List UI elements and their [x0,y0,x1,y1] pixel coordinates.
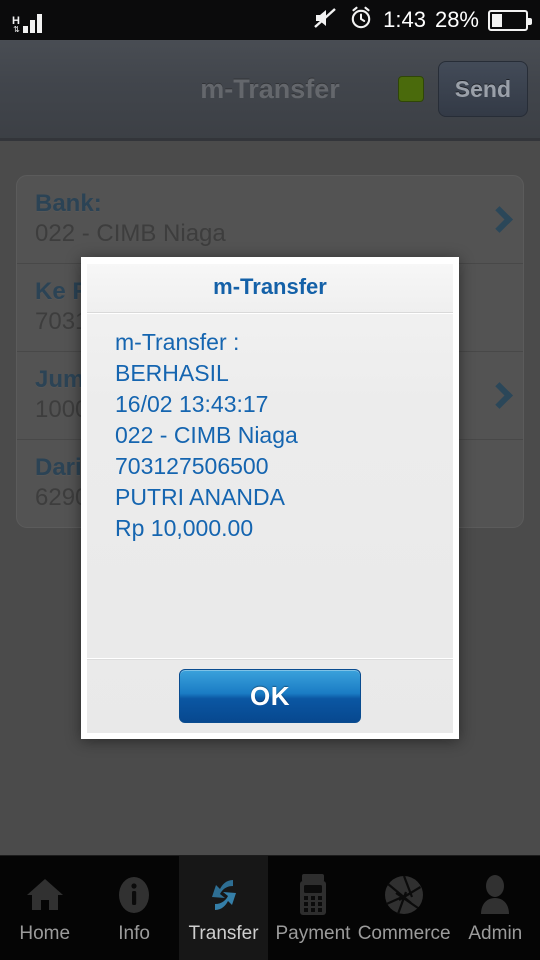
bottom-navigation: Home Info Transfer Payment Commerce Admi… [0,855,540,960]
nav-item-home[interactable]: Home [0,856,89,960]
dialog-line: Rp 10,000.00 [115,515,254,541]
nav-item-admin[interactable]: Admin [451,856,540,960]
nav-label: Transfer [188,923,259,944]
dialog-message: m-Transfer : BERHASIL 16/02 13:43:17 022… [87,313,453,659]
dialog-title: m-Transfer [87,264,453,313]
send-button[interactable]: Send [437,61,528,117]
dialog-line: 703127506500 [115,453,269,479]
nav-item-info[interactable]: Info [89,856,178,960]
clock-time: 1:43 [383,7,426,32]
transfer-result-dialog: m-Transfer m-Transfer : BERHASIL 16/02 1… [81,257,459,739]
info-icon [110,871,158,919]
status-bar: H ⇅ 1:43 28% [0,0,540,40]
nav-item-commerce[interactable]: Commerce [358,856,451,960]
transfer-icon [200,871,248,919]
status-indicator-badge [397,76,424,102]
network-indicator: H ⇅ [12,7,20,34]
status-bar-left: H ⇅ [12,7,42,34]
payment-terminal-icon [289,871,337,919]
nav-label: Commerce [357,923,451,944]
aperture-icon [380,871,428,919]
home-icon [21,871,69,919]
nav-item-payment[interactable]: Payment [268,856,357,960]
nav-label: Admin [468,923,523,944]
nav-item-transfer[interactable]: Transfer [178,856,269,960]
mute-icon [313,6,339,35]
dialog-line: m-Transfer : [115,329,240,355]
dialog-line: BERHASIL [115,360,229,386]
status-bar-right: 1:43 28% [313,5,532,36]
dialog-line: 022 - CIMB Niaga [115,422,298,448]
dialog-footer: OK [87,659,453,733]
alarm-clock-icon [348,5,374,36]
nav-label: Info [118,923,150,944]
data-arrows-icon: ⇅ [13,25,20,34]
person-icon [471,871,519,919]
battery-icon [488,9,532,31]
header-actions: Send [397,61,540,117]
battery-percent: 28% [434,7,479,32]
phone-screen: H ⇅ 1:43 28% m-Transfer Send Bank: [0,0,540,960]
nav-label: Home [19,923,71,944]
dialog-line: 16/02 13:43:17 [115,391,269,417]
nav-label: Payment [275,923,351,944]
ok-button[interactable]: OK [179,669,361,723]
signal-bars-icon [22,11,42,33]
dialog-line: PUTRI ANANDA [115,484,285,510]
